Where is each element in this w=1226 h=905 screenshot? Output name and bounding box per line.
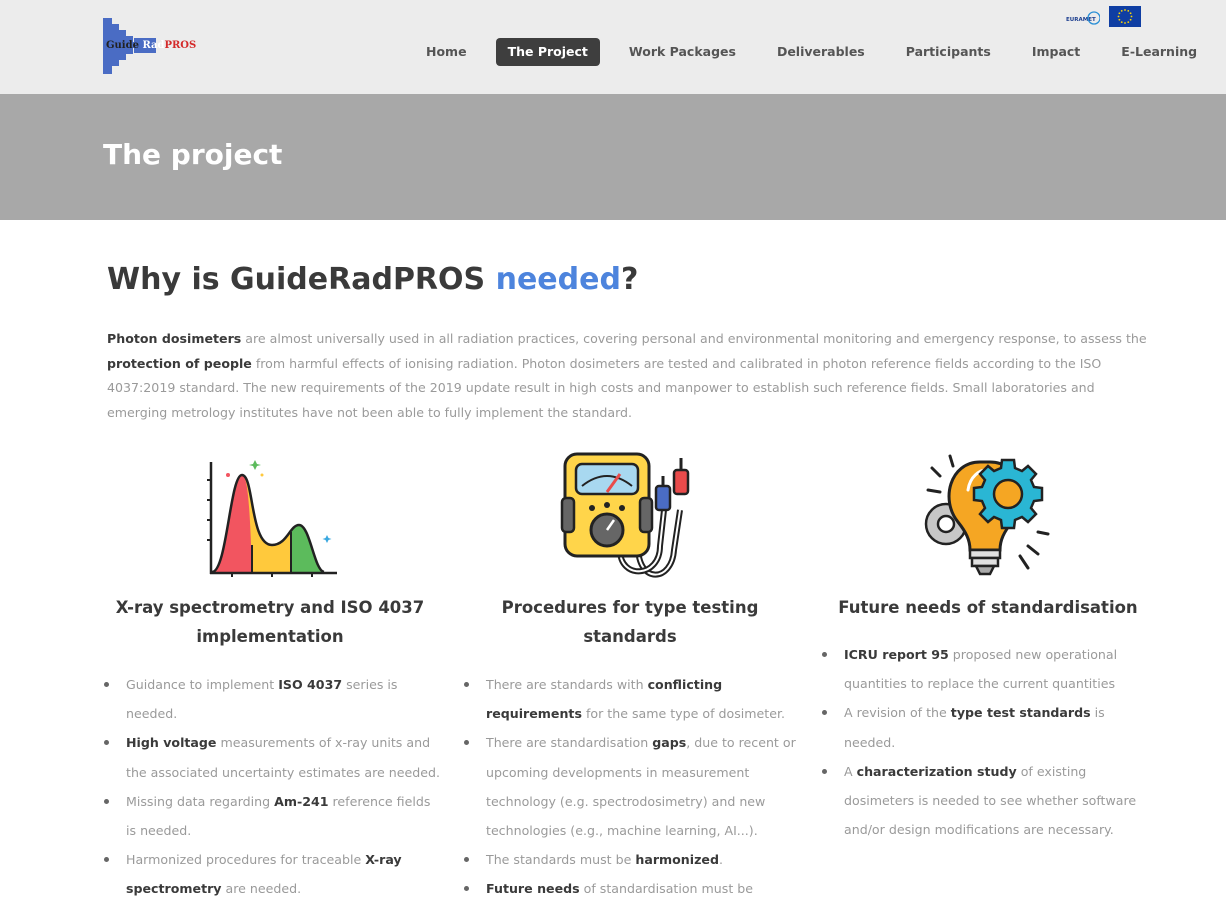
euramet-logo-text: EURAMET	[1066, 17, 1096, 23]
multimeter-icon	[560, 450, 700, 580]
heading-end: ?	[620, 262, 639, 297]
list-text: Guidance to implement	[126, 677, 279, 692]
list-bold: gaps	[652, 735, 687, 751]
spectrum-chart-icon	[202, 450, 342, 580]
list-bold: harmonized	[635, 852, 719, 868]
page-title: The project	[103, 138, 283, 171]
intro-text: are almost universally used in all radia…	[241, 331, 1147, 346]
list-item: High voltage measurements of x-ray units…	[100, 728, 440, 786]
logo-text-pros: PROS	[164, 40, 197, 51]
list-item: There are standardisation gaps, due to r…	[460, 728, 805, 845]
column-title: Procedures for type testing standards	[501, 598, 759, 646]
lightbulb-gears-icon	[920, 450, 1060, 580]
nav-impact[interactable]: Impact	[1020, 38, 1092, 66]
list-text: .	[718, 852, 723, 868]
heading-highlight: needed	[495, 262, 621, 297]
partner-logos: EURAMET	[1066, 6, 1142, 28]
nav-work-packages[interactable]: Work Packages	[617, 38, 748, 66]
eu-flag-icon[interactable]	[1109, 6, 1141, 27]
logo-text-guide: Guide	[106, 40, 139, 51]
list-bold: Future needs	[486, 881, 580, 897]
guideradpros-logo[interactable]: Guide RadPROS	[103, 18, 203, 74]
nav-e-learning[interactable]: E-Learning	[1109, 38, 1209, 66]
list-item: A characterization study of existing dos…	[818, 757, 1158, 845]
nav-participants[interactable]: Participants	[894, 38, 1003, 66]
list-text: A	[844, 763, 857, 779]
intro-text: from harmful effects of ionising radiati…	[107, 355, 1102, 420]
list-text: A revision of the	[844, 705, 951, 721]
nav-the-project[interactable]: The Project	[495, 38, 600, 66]
list-item: ICRU report 95 proposed new operational …	[818, 640, 1158, 698]
column-title: X-ray spectrometry and ISO 4037 implemen…	[115, 598, 425, 646]
list-text: Harmonized procedures for traceable	[126, 852, 366, 868]
intro-paragraph: Photon dosimeters are almost universally…	[107, 327, 1155, 425]
heading-text: Why is GuideRadPROS	[107, 262, 496, 297]
list-item: Harmonized procedures for traceable X-ra…	[100, 845, 440, 903]
column-list: Guidance to implement ISO 4037 series is…	[100, 670, 440, 904]
list-item: A revision of the type test standards is…	[818, 698, 1158, 756]
section-heading: Why is GuideRadPROS needed?	[107, 262, 638, 297]
list-text: for the same type of dosimeter.	[581, 706, 786, 722]
list-bold: Am-241	[274, 793, 329, 809]
main-nav: Home The Project Work Packages Deliverab…	[414, 38, 1209, 66]
list-text: , due to recent or upcoming developments…	[486, 735, 796, 839]
column-title: Future needs of standardisation	[838, 598, 1138, 617]
list-bold: type test standards	[950, 705, 1091, 721]
list-item: Future needs of standardisation must be …	[460, 874, 805, 905]
intro-bold: protection of people	[107, 355, 252, 371]
logo-text-rad: Rad	[142, 40, 165, 51]
list-text: are needed.	[221, 881, 302, 897]
list-bold: High voltage	[126, 735, 217, 751]
column-list: There are standards with conflicting req…	[460, 670, 805, 905]
page-banner: The project	[0, 94, 1226, 220]
list-text: Missing data regarding	[126, 793, 275, 809]
list-item: Guidance to implement ISO 4037 series is…	[100, 670, 440, 728]
list-text: There are standards with	[486, 677, 648, 692]
site-header: Guide RadPROS EURAMET Home The Project W…	[0, 0, 1226, 94]
list-item: Missing data regarding Am-241 reference …	[100, 787, 440, 845]
intro-bold: Photon dosimeters	[107, 331, 242, 346]
list-bold: characterization study	[856, 763, 1017, 779]
list-item: There are standards with conflicting req…	[460, 670, 805, 728]
list-text: The standards must be	[486, 852, 636, 868]
list-bold: ICRU report 95	[844, 647, 949, 662]
list-bold: ISO 4037	[278, 677, 343, 692]
list-text: There are standardisation	[486, 735, 653, 751]
list-item: The standards must be harmonized.	[460, 845, 805, 874]
euramet-logo[interactable]: EURAMET	[1066, 10, 1101, 26]
nav-home[interactable]: Home	[414, 38, 479, 66]
column-list: ICRU report 95 proposed new operational …	[818, 640, 1158, 844]
nav-deliverables[interactable]: Deliverables	[765, 38, 877, 66]
